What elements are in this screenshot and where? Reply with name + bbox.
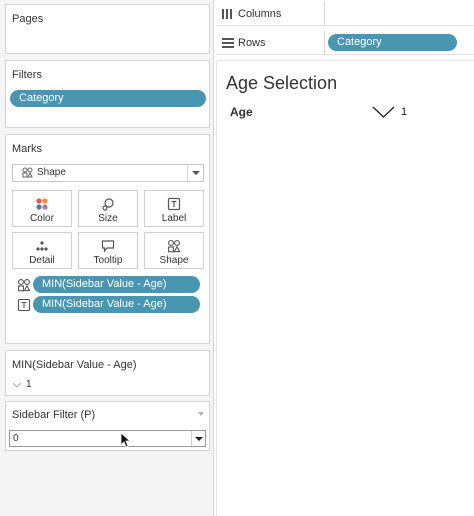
pages-title: Pages: [12, 13, 44, 25]
marks-label-button[interactable]: Label: [144, 190, 204, 227]
tooltip-icon: [101, 240, 115, 253]
parameter-value: 0: [13, 433, 19, 444]
columns-shelf[interactable]: Columns: [216, 2, 474, 26]
rows-label: Rows: [216, 31, 325, 55]
shape-mark-icon: [22, 167, 33, 178]
columns-label: Columns: [216, 2, 325, 26]
label-button-label: Label: [161, 213, 187, 224]
age-mark-label: 1: [401, 106, 408, 118]
shape-encoding-pill[interactable]: MIN(Sidebar Value - Age): [33, 276, 200, 293]
columns-label-text: Columns: [238, 8, 282, 20]
marks-color-button[interactable]: Color: [12, 190, 72, 227]
label-encoding-pill[interactable]: MIN(Sidebar Value - Age): [33, 296, 200, 313]
parameter-title: Sidebar Filter (P): [12, 409, 96, 421]
tooltip-button-label: Tooltip: [93, 255, 123, 266]
parameter-card: Sidebar Filter (P) 0: [5, 401, 210, 451]
detail-icon: [36, 241, 48, 251]
filters-card: Filters Category: [5, 60, 210, 128]
marks-tooltip-button[interactable]: Tooltip: [78, 232, 138, 269]
columns-icon: [222, 9, 232, 19]
left-sidebar: Pages Filters Category Marks Shape Color…: [0, 0, 214, 516]
chevron-down-icon[interactable]: [191, 431, 205, 446]
marks-size-button[interactable]: Size: [78, 190, 138, 227]
mark-type-dropdown[interactable]: Shape: [12, 164, 204, 182]
mark-type-label: Shape: [37, 167, 66, 178]
rows-pill-category[interactable]: Category: [328, 34, 457, 51]
parameter-dropdown[interactable]: 0: [9, 430, 206, 447]
shape-encoding-icon: [18, 279, 31, 292]
mouse-cursor-icon: [120, 432, 131, 448]
chevron-shape-mark-icon[interactable]: [372, 106, 395, 118]
label-icon: [167, 197, 181, 211]
parameter-menu-arrow-icon[interactable]: [198, 412, 204, 416]
detail-button-label: Detail: [29, 255, 55, 266]
pages-card: Pages: [5, 4, 210, 54]
marks-card: Marks Shape Color Size Label Detail Tool…: [5, 134, 210, 344]
shape-icon: [168, 240, 181, 253]
rows-shelf[interactable]: Rows Category: [216, 31, 474, 55]
shape-button-label: Shape: [159, 255, 189, 266]
filter-pill-category[interactable]: Category: [10, 90, 206, 107]
color-button-label: Color: [30, 213, 54, 224]
chevron-shape-icon[interactable]: [12, 382, 22, 388]
label-encoding-icon: [17, 298, 31, 312]
size-button-label: Size: [98, 213, 118, 224]
age-column-header: Age: [230, 105, 253, 119]
size-icon: [102, 198, 114, 211]
worksheet-title: Age Selection: [226, 73, 338, 93]
filters-title: Filters: [12, 69, 42, 81]
chevron-down-icon[interactable]: [187, 165, 203, 181]
marks-title: Marks: [12, 143, 42, 155]
shape-legend-value[interactable]: 1: [26, 379, 32, 390]
shape-legend-card: MIN(Sidebar Value - Age) 1: [5, 350, 210, 396]
marks-shape-button[interactable]: Shape: [144, 232, 204, 269]
rows-icon: [222, 38, 234, 48]
rows-label-text: Rows: [238, 37, 266, 49]
color-icon: [36, 198, 48, 210]
worksheet-view: Age Selection Age 1: [216, 60, 474, 516]
shape-legend-title: MIN(Sidebar Value - Age): [12, 359, 137, 371]
marks-detail-button[interactable]: Detail: [12, 232, 72, 269]
